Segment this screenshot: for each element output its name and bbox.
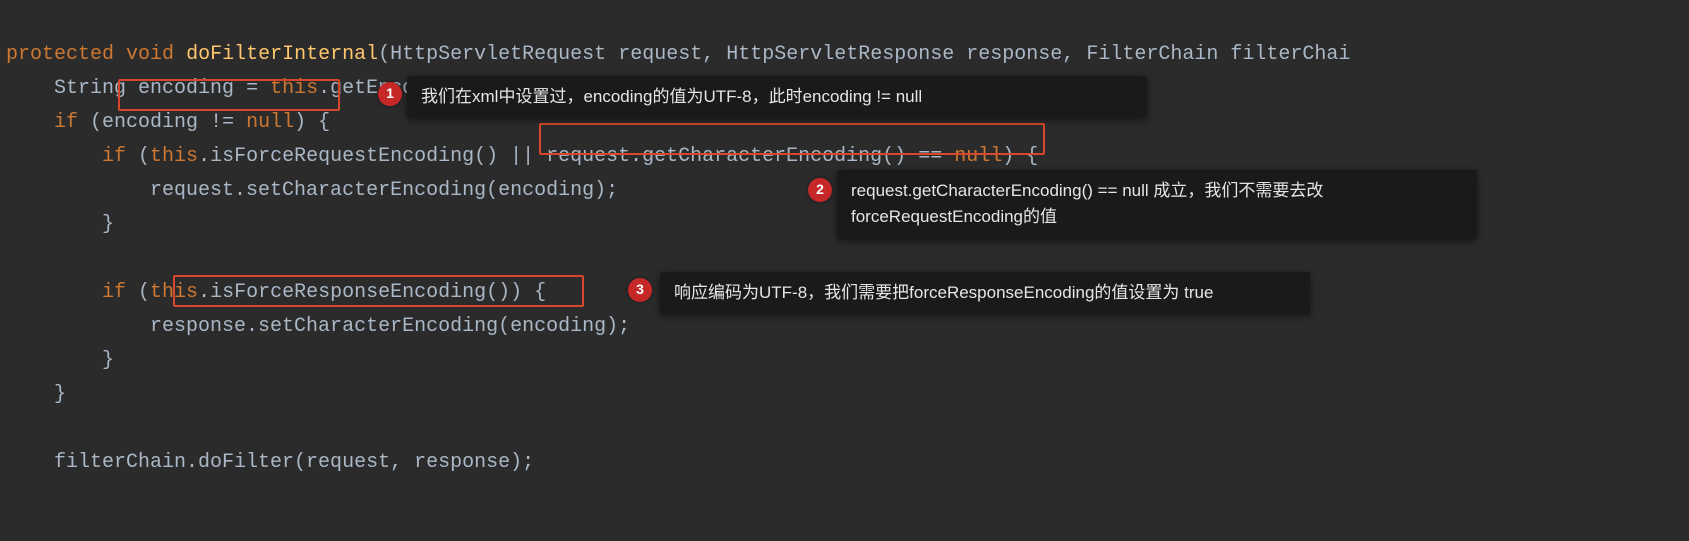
annotation-note-3: 响应编码为UTF-8，我们需要把forceResponseEncoding的值设… bbox=[660, 272, 1310, 314]
annotation-note-2: request.getCharacterEncoding() == null 成… bbox=[837, 170, 1477, 239]
open-paren: ( bbox=[126, 281, 150, 304]
eq: = bbox=[234, 77, 270, 100]
stmt-setcharenc-resp: response.setCharacterEncoding(encoding); bbox=[150, 315, 630, 338]
annotation-note-1: 我们在xml中设置过，encoding的值为UTF-8，此时encoding !… bbox=[407, 76, 1147, 118]
comma: , bbox=[1062, 43, 1086, 66]
brace-close: } bbox=[102, 213, 114, 236]
var-type: String bbox=[54, 77, 126, 100]
kw-null: null bbox=[954, 145, 1002, 168]
stmt-dofilter: filterChain.doFilter(request, response); bbox=[54, 451, 534, 474]
p1-type: HttpServletRequest bbox=[390, 43, 606, 66]
method-name: doFilterInternal bbox=[186, 43, 378, 66]
kw-this: this bbox=[270, 77, 318, 100]
kw-void: void bbox=[126, 43, 174, 66]
neq: != bbox=[198, 111, 246, 134]
kw-if: if bbox=[102, 281, 126, 304]
annotation-badge-3: 3 bbox=[628, 278, 652, 302]
paren-open: ( bbox=[378, 43, 390, 66]
open-paren: ( bbox=[78, 111, 102, 134]
stmt-setcharenc-req: request.setCharacterEncoding(encoding); bbox=[150, 179, 618, 202]
kw-if: if bbox=[102, 145, 126, 168]
note-2-line-2: forceRequestEncoding的值 bbox=[851, 207, 1057, 226]
kw-if: if bbox=[54, 111, 78, 134]
comma: , bbox=[702, 43, 726, 66]
code-block: protected void doFilterInternal(HttpServ… bbox=[0, 0, 1689, 484]
close-brace: ) { bbox=[1002, 145, 1038, 168]
ident-request: request bbox=[546, 145, 630, 168]
p1-name: request bbox=[618, 43, 702, 66]
call-isforceresp: .isForceResponseEncoding() bbox=[198, 281, 510, 304]
note-2-line-1: request.getCharacterEncoding() == null 成… bbox=[851, 181, 1323, 200]
annotation-badge-1: 1 bbox=[378, 82, 402, 106]
brace-close: } bbox=[54, 383, 66, 406]
brace-close: } bbox=[102, 349, 114, 372]
p2-name: response bbox=[966, 43, 1062, 66]
open-paren: ( bbox=[126, 145, 150, 168]
call-getcharenc: .getCharacterEncoding() == bbox=[630, 145, 954, 168]
kw-this: this bbox=[150, 281, 198, 304]
annotation-badge-2: 2 bbox=[808, 178, 832, 202]
var-name: encoding bbox=[138, 77, 234, 100]
kw-this: this bbox=[150, 145, 198, 168]
p3-type: FilterChain bbox=[1086, 43, 1218, 66]
close-brace: ) { bbox=[294, 111, 330, 134]
kw-null: null bbox=[246, 111, 294, 134]
kw-protected: protected bbox=[6, 43, 114, 66]
p2-type: HttpServletResponse bbox=[726, 43, 954, 66]
p3-name: filterChai bbox=[1230, 43, 1350, 66]
close-brace: ) { bbox=[510, 281, 546, 304]
call-isforcereq: .isForceRequestEncoding() || bbox=[198, 145, 546, 168]
cond-encoding: encoding bbox=[102, 111, 198, 134]
